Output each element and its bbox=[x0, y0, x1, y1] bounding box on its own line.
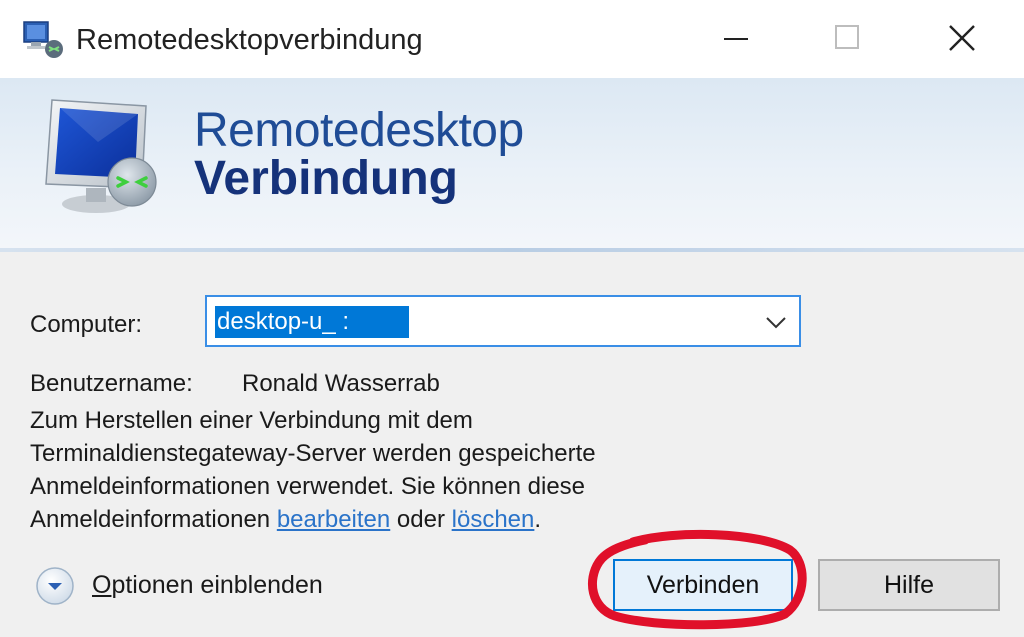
options-accesskey: O bbox=[92, 571, 112, 599]
help-button[interactable]: Hilfe bbox=[818, 559, 1000, 611]
title-bar: Remotedesktopverbindung bbox=[0, 0, 1024, 78]
delete-credentials-link[interactable]: löschen bbox=[452, 506, 535, 533]
expand-options-icon[interactable] bbox=[34, 565, 76, 607]
username-value: Ronald Wasserrab bbox=[242, 370, 440, 397]
banner-divider bbox=[0, 248, 1024, 252]
minimize-icon[interactable] bbox=[700, 8, 772, 68]
banner-title-line2: Verbindung bbox=[194, 152, 458, 205]
info-end-text: . bbox=[534, 506, 542, 533]
options-label: ptionen einblenden bbox=[111, 571, 323, 599]
username-label: Benutzername: bbox=[30, 370, 193, 397]
credentials-info-text: Zum Herstellen einer Verbindung mit dem … bbox=[30, 404, 690, 536]
computer-input-value[interactable]: desktop-u_ : bbox=[215, 306, 409, 338]
computer-combobox[interactable]: desktop-u_ : bbox=[205, 295, 801, 347]
computer-label: Computer: bbox=[30, 311, 143, 338]
remote-desktop-app-icon bbox=[23, 21, 63, 58]
banner-title-line1: Remotedesktop bbox=[194, 104, 524, 157]
close-icon[interactable] bbox=[926, 8, 998, 68]
remote-desktop-window: Remotedesktopverbindung Remotedesktop Ve… bbox=[0, 0, 1024, 637]
edit-credentials-link[interactable]: bearbeiten bbox=[277, 506, 390, 533]
window-title: Remotedesktopverbindung bbox=[76, 24, 423, 56]
maximize-icon[interactable] bbox=[812, 8, 884, 68]
info-mid-text: oder bbox=[396, 506, 445, 533]
chevron-down-icon[interactable] bbox=[763, 311, 789, 333]
show-options-toggle[interactable]: Optionen einblenden bbox=[92, 568, 323, 602]
monitor-connection-icon bbox=[45, 99, 157, 213]
connect-button[interactable]: Verbinden bbox=[613, 559, 793, 611]
